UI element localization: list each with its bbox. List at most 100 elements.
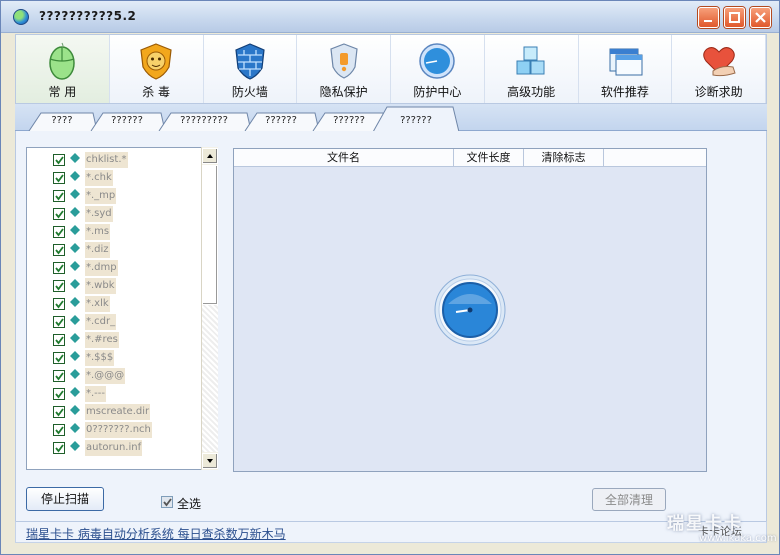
list-scrollbar[interactable]	[201, 147, 218, 470]
tab-label: ????	[51, 115, 73, 126]
extension-list[interactable]: chklist.* *.chk *._mp *.syd *.ms *.diz *…	[26, 147, 218, 470]
list-item[interactable]: 0???????.nch	[27, 420, 202, 438]
maximize-button[interactable]	[724, 7, 745, 28]
select-all-label: 全选	[177, 497, 202, 511]
tab-2[interactable]: ??????	[89, 112, 165, 131]
arrow-up-icon	[207, 154, 213, 158]
list-item[interactable]: *.@@@	[27, 366, 202, 384]
extension-text: *.syd	[85, 206, 113, 222]
nav-label: 常 用	[48, 85, 77, 99]
list-item[interactable]: *.dmp	[27, 258, 202, 276]
title-bar: ??????????5.2	[1, 1, 779, 33]
checkbox[interactable]	[53, 280, 65, 292]
checkbox[interactable]	[53, 154, 65, 166]
scroll-down-button[interactable]	[202, 453, 218, 469]
stop-scan-button[interactable]: 停止扫描	[26, 487, 104, 511]
list-item[interactable]: chklist.*	[27, 150, 202, 168]
close-icon	[755, 12, 766, 23]
checkbox[interactable]	[53, 262, 65, 274]
scroll-thumb[interactable]	[202, 165, 218, 305]
tab-label: ??????	[265, 115, 297, 126]
checkbox[interactable]	[53, 352, 65, 364]
extension-text: *.cdr_	[85, 314, 117, 330]
minimize-button[interactable]	[698, 7, 719, 28]
diamond-icon	[70, 441, 80, 451]
tab-label: ??????	[111, 115, 143, 126]
tab-3[interactable]: ?????????	[157, 112, 251, 131]
diamond-icon	[70, 387, 80, 397]
list-item[interactable]: autorun.inf	[27, 438, 202, 456]
extension-text: 0???????.nch	[85, 422, 152, 438]
column-header-filename[interactable]: 文件名	[234, 149, 454, 167]
extension-text: *.xlk	[85, 296, 110, 312]
close-button[interactable]	[750, 7, 771, 28]
status-link[interactable]: 瑞星卡卡 病毒自动分析系统 每日查杀数万新木马	[26, 525, 286, 542]
nav-item-help[interactable]: 诊断求助	[672, 35, 766, 103]
watermark-url: www.ikaka.com	[699, 533, 777, 544]
main-nav: 常 用 杀 毒 防火墙 隐私保护 防护中心 高级功能 软件推荐 诊断求助	[15, 34, 767, 104]
extension-text: mscreate.dir	[85, 404, 151, 420]
nav-label: 防火墙	[231, 85, 268, 99]
nav-item-advanced[interactable]: 高级功能	[485, 35, 579, 103]
list-item[interactable]: *.cdr_	[27, 312, 202, 330]
window-title: ??????????5.2	[39, 9, 137, 23]
list-item[interactable]: *.diz	[27, 240, 202, 258]
diamond-icon	[70, 369, 80, 379]
checkbox[interactable]	[53, 406, 65, 418]
list-item[interactable]: *.xlk	[27, 294, 202, 312]
tab-4[interactable]: ??????	[243, 112, 319, 131]
nav-item-software[interactable]: 软件推荐	[579, 35, 673, 103]
watermark-brand: 瑞星卡卡	[667, 514, 743, 534]
nav-item-common[interactable]: 常 用	[16, 35, 110, 103]
checkbox[interactable]	[53, 442, 65, 454]
checkbox[interactable]	[161, 496, 173, 508]
checkbox[interactable]	[53, 190, 65, 202]
scroll-up-button[interactable]	[202, 148, 218, 164]
list-item[interactable]: *.#res	[27, 330, 202, 348]
diamond-icon	[70, 153, 80, 163]
list-item[interactable]: *.ms	[27, 222, 202, 240]
nav-item-privacy[interactable]: 隐私保护	[297, 35, 391, 103]
diamond-icon	[70, 297, 80, 307]
extension-text: *.dmp	[85, 260, 118, 276]
extension-text: *.$$$	[85, 350, 115, 366]
list-item[interactable]: *.syd	[27, 204, 202, 222]
nav-label: 防护中心	[413, 85, 462, 99]
list-item[interactable]: *._mp	[27, 186, 202, 204]
diamond-icon	[70, 423, 80, 433]
tab-label: ??????	[333, 115, 365, 126]
checkbox[interactable]	[53, 226, 65, 238]
extension-text: *.#res	[85, 332, 119, 348]
column-header-clear-flag[interactable]: 清除标志	[524, 149, 604, 167]
checkbox[interactable]	[53, 298, 65, 310]
list-item[interactable]: *.wbk	[27, 276, 202, 294]
checkbox[interactable]	[53, 208, 65, 220]
checkbox[interactable]	[53, 172, 65, 184]
tab-1[interactable]: ????	[27, 112, 97, 131]
extension-text: *.diz	[85, 242, 110, 258]
nav-item-protection-center[interactable]: 防护中心	[391, 35, 485, 103]
nav-label: 杀 毒	[142, 85, 171, 99]
diamond-icon	[70, 279, 80, 289]
diamond-icon	[70, 315, 80, 325]
checkbox[interactable]	[53, 370, 65, 382]
nav-item-firewall[interactable]: 防火墙	[204, 35, 298, 103]
list-item[interactable]: *.chk	[27, 168, 202, 186]
diamond-icon	[70, 261, 80, 271]
checkbox[interactable]	[53, 424, 65, 436]
checkbox[interactable]	[53, 244, 65, 256]
tab-6[interactable]: ??????	[373, 106, 459, 132]
checkbox[interactable]	[53, 316, 65, 328]
protection-center-icon	[419, 43, 456, 79]
checkbox[interactable]	[53, 388, 65, 400]
checkbox[interactable]	[53, 334, 65, 346]
extension-text: *.wbk	[85, 278, 116, 294]
list-item[interactable]: *.$$$	[27, 348, 202, 366]
column-header-size[interactable]: 文件长度	[454, 149, 524, 167]
privacy-shield-icon	[329, 43, 358, 79]
list-item[interactable]: *.---	[27, 384, 202, 402]
list-item[interactable]: mscreate.dir	[27, 402, 202, 420]
diamond-icon	[70, 243, 80, 253]
nav-item-antivirus[interactable]: 杀 毒	[110, 35, 204, 103]
diamond-icon	[70, 225, 80, 235]
